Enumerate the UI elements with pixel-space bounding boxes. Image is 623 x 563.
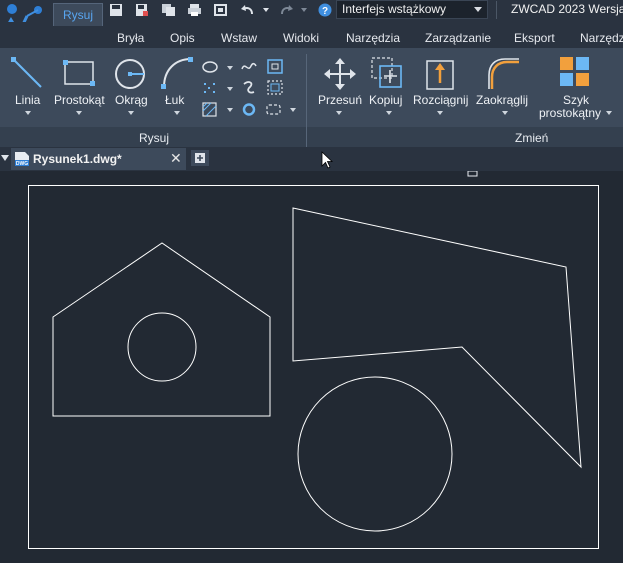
document-tab-title: Rysunek1.dwg* (33, 152, 122, 166)
boundary-icon[interactable] (267, 80, 283, 100)
donut-icon[interactable] (241, 102, 257, 122)
array-label-line-1[interactable]: Szyk (563, 93, 589, 107)
new-document-tab-icon[interactable] (191, 150, 209, 171)
rectangle-dropdown-icon[interactable] (76, 111, 82, 115)
stretch-icon[interactable] (425, 57, 457, 96)
stretch-dropdown-icon[interactable] (437, 111, 443, 115)
move-button[interactable]: Przesuń (318, 93, 362, 107)
dwg-file-icon: DWG (14, 151, 30, 172)
close-icon[interactable]: ✕ (170, 151, 182, 165)
revcloud-icon[interactable] (241, 80, 257, 100)
undo-icon[interactable] (239, 2, 255, 18)
tab-annotate[interactable]: Opis (170, 31, 195, 45)
rectangular-array-icon[interactable] (560, 57, 590, 92)
rectangle-icon[interactable] (62, 58, 96, 93)
fillet-button[interactable]: Zaokrąglij (476, 93, 528, 107)
fillet-icon[interactable] (487, 57, 521, 96)
stretch-button[interactable]: Rozciągnij (413, 93, 468, 107)
workspace-select[interactable]: Interfejs wstążkowy (336, 0, 488, 19)
hatch-dropdown-icon[interactable] (227, 108, 233, 112)
wipeout-dropdown-icon[interactable] (290, 108, 296, 112)
house-polygon[interactable] (52, 242, 271, 417)
drawing-canvas[interactable] (0, 171, 623, 563)
tab-insert[interactable]: Wstaw (221, 31, 257, 45)
app-title: ZWCAD 2023 Wersja (511, 2, 623, 16)
panel-divider (306, 54, 307, 147)
circle-icon[interactable] (114, 57, 148, 96)
modify-panel-label[interactable]: Zmień (515, 131, 548, 145)
copy-dropdown-icon[interactable] (386, 111, 392, 115)
tab-tools[interactable]: Narzędzia (346, 31, 400, 45)
copy-icon[interactable] (371, 57, 405, 96)
point-dropdown-icon[interactable] (227, 87, 233, 91)
batch-save-icon[interactable] (160, 2, 176, 18)
help-icon[interactable]: ? (317, 2, 333, 18)
circle-dropdown-icon[interactable] (128, 111, 134, 115)
save-icon[interactable] (108, 2, 124, 18)
document-list-dropdown-icon[interactable] (1, 155, 9, 161)
ellipse-dropdown-icon[interactable] (227, 66, 233, 70)
rectangle-button[interactable]: Prostokąt (54, 93, 105, 107)
chevron-down-icon (474, 7, 482, 12)
tab-export[interactable]: Eksport (514, 31, 555, 45)
tab-manage[interactable]: Zarządzanie (425, 31, 491, 45)
draw-panel-label[interactable]: Rysuj (139, 131, 169, 145)
redo-icon[interactable] (278, 2, 294, 18)
hatch-icon[interactable] (202, 102, 218, 122)
wipeout-icon[interactable] (266, 103, 282, 121)
copy-button[interactable]: Kopiuj (369, 93, 402, 107)
spline-icon[interactable] (241, 60, 257, 79)
line-icon[interactable] (10, 56, 44, 95)
tab-draw[interactable]: Rysuj (53, 3, 104, 26)
svg-text:?: ? (322, 6, 328, 17)
move-icon[interactable] (323, 57, 357, 96)
save-as-icon[interactable] (134, 2, 150, 18)
undo-dropdown-icon[interactable] (262, 2, 270, 18)
ellipse-icon[interactable] (202, 60, 218, 79)
array-label-line-2[interactable]: prostokątny (539, 106, 601, 120)
line-dropdown-icon[interactable] (25, 111, 31, 115)
fillet-dropdown-icon[interactable] (502, 111, 508, 115)
tab-view[interactable]: Widoki (283, 31, 319, 45)
toolbar-divider (496, 1, 497, 19)
point-icon[interactable] (202, 81, 218, 100)
irregular-polygon[interactable] (292, 207, 582, 469)
paper-boundary (28, 185, 599, 549)
redo-dropdown-icon[interactable] (300, 2, 308, 18)
print-icon[interactable] (186, 2, 202, 18)
circle-button[interactable]: Okrąg (115, 93, 148, 107)
array-dropdown-icon[interactable] (606, 111, 612, 115)
tab-tools-extra[interactable]: Narzędz (580, 31, 623, 45)
tab-solid[interactable]: Bryła (117, 31, 144, 45)
plot-preview-icon[interactable] (212, 2, 228, 18)
arc-dropdown-icon[interactable] (174, 111, 180, 115)
arc-icon[interactable] (160, 56, 194, 95)
file-badge-text: DWG (16, 161, 28, 167)
region-icon[interactable] (267, 59, 283, 79)
workspace-select-value: Interfejs wstążkowy (342, 2, 447, 16)
move-dropdown-icon[interactable] (336, 111, 342, 115)
small-circle[interactable] (127, 312, 197, 382)
arc-button[interactable]: Łuk (165, 93, 184, 107)
line-button[interactable]: Linia (15, 93, 40, 107)
large-circle[interactable] (297, 376, 453, 532)
viewport-grip-icon[interactable] (467, 171, 478, 177)
